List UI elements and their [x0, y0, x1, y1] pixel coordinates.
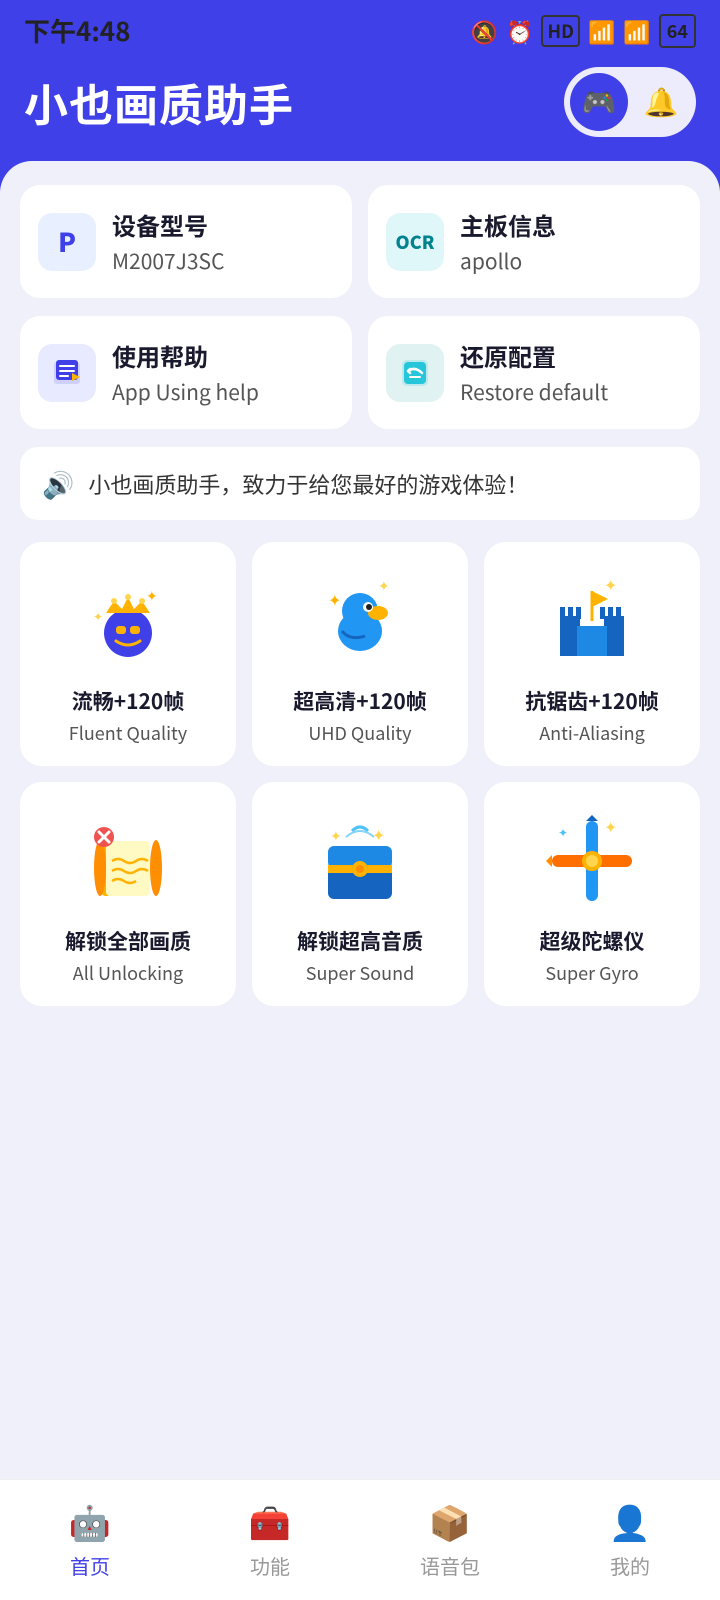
- status-time: 下午4:48: [24, 12, 130, 49]
- svg-text:✦: ✦: [604, 814, 617, 838]
- uhd-quality-label-cn: 超高清+120帧: [293, 686, 427, 716]
- help-subtitle: App Using help: [112, 377, 259, 407]
- all-unlocking-card[interactable]: 解锁全部画质 All Unlocking: [20, 782, 236, 1006]
- app-help-card[interactable]: 使用帮助 App Using help: [20, 316, 352, 429]
- restore-info-text: 还原配置 Restore default: [460, 338, 608, 407]
- super-sound-icon: ✦ ✦: [305, 806, 415, 916]
- svg-text:✦: ✦: [328, 587, 341, 611]
- nav-profile[interactable]: 👤 我的: [540, 1496, 720, 1580]
- bottom-nav: 🤖 首页 🧰 功能 📦 语音包 👤 我的: [0, 1479, 720, 1600]
- svg-text:✦: ✦: [93, 608, 103, 625]
- super-sound-label-en: Super Sound: [306, 960, 415, 986]
- svg-text:✦: ✦: [372, 822, 385, 846]
- device-subtitle: M2007J3SC: [112, 246, 224, 276]
- banner: 🔊 小也画质助手，致力于给您最好的游戏体验！: [20, 447, 700, 520]
- anti-aliasing-label-en: Anti-Aliasing: [539, 720, 645, 746]
- status-icons: 🔕 ⏰ HD 📶 📶 64: [471, 14, 696, 48]
- fluent-quality-label-cn: 流畅+120帧: [72, 686, 185, 716]
- banner-icon: 🔊: [42, 465, 74, 502]
- restore-default-card[interactable]: 还原配置 Restore default: [368, 316, 700, 429]
- alarm-icon: ⏰: [506, 15, 533, 47]
- nav-voice[interactable]: 📦 语音包: [360, 1496, 540, 1580]
- device-model-card[interactable]: P 设备型号 M2007J3SC: [20, 185, 352, 298]
- svg-text:✦: ✦: [146, 586, 158, 606]
- device-info-text: 设备型号 M2007J3SC: [112, 207, 224, 276]
- anti-aliasing-icon: ✦: [537, 566, 647, 676]
- functions-nav-icon: 🧰: [249, 1496, 291, 1545]
- profile-nav-icon: 👤: [609, 1496, 651, 1545]
- super-gyro-card[interactable]: ✦ ✦ 超级陀螺仪 Super Gyro: [484, 782, 700, 1006]
- restore-title: 还原配置: [460, 338, 608, 373]
- super-sound-label-cn: 解锁超高音质: [297, 926, 423, 956]
- all-unlocking-label-en: All Unlocking: [73, 960, 183, 986]
- super-gyro-label-cn: 超级陀螺仪: [540, 926, 645, 956]
- status-bar: 下午4:48 🔕 ⏰ HD 📶 📶 64: [0, 0, 720, 57]
- fluent-quality-label-en: Fluent Quality: [69, 720, 187, 746]
- main-content: P 设备型号 M2007J3SC OCR 主板信息 apollo: [0, 161, 720, 1511]
- svg-text:✦: ✦: [558, 824, 568, 841]
- uhd-quality-card[interactable]: ✦ ✦ 超高清+120帧 UHD Quality: [252, 542, 468, 766]
- banner-text: 小也画质助手，致力于给您最好的游戏体验！: [88, 468, 528, 500]
- board-icon: OCR: [386, 213, 444, 271]
- nav-home[interactable]: 🤖 首页: [0, 1496, 180, 1580]
- uhd-quality-icon: ✦ ✦: [305, 566, 415, 676]
- nav-functions[interactable]: 🧰 功能: [180, 1496, 360, 1580]
- voice-nav-icon: 📦: [429, 1496, 471, 1545]
- header-button-group: 🎮 🔔: [564, 67, 696, 137]
- header: 小也画质助手 🎮 🔔: [0, 57, 720, 161]
- super-gyro-icon: ✦ ✦: [537, 806, 647, 916]
- home-nav-icon: 🤖: [69, 1496, 111, 1545]
- home-nav-label: 首页: [70, 1551, 110, 1580]
- wifi-icon: 📶: [623, 15, 650, 47]
- help-cards-row: 使用帮助 App Using help 还原配置 Restore default: [20, 316, 700, 429]
- battery-icon: 64: [659, 14, 696, 48]
- game-button[interactable]: 🎮: [570, 73, 628, 131]
- anti-aliasing-card[interactable]: ✦ 抗锯齿+120帧 Anti-Aliasing: [484, 542, 700, 766]
- board-info-card[interactable]: OCR 主板信息 apollo: [368, 185, 700, 298]
- notification-button[interactable]: 🔔: [632, 73, 690, 131]
- voice-nav-label: 语音包: [420, 1551, 480, 1580]
- svg-text:✦: ✦: [330, 826, 342, 846]
- help-title: 使用帮助: [112, 338, 259, 373]
- super-gyro-label-en: Super Gyro: [545, 960, 638, 986]
- info-cards-row: P 设备型号 M2007J3SC OCR 主板信息 apollo: [20, 185, 700, 298]
- anti-aliasing-label-cn: 抗锯齿+120帧: [525, 686, 659, 716]
- super-sound-card[interactable]: ✦ ✦ 解锁超高音质 Super Sound: [252, 782, 468, 1006]
- uhd-quality-label-en: UHD Quality: [308, 720, 411, 746]
- app-title: 小也画质助手: [24, 70, 294, 134]
- board-subtitle: apollo: [460, 246, 556, 276]
- hd-icon: HD: [541, 15, 579, 47]
- help-info-text: 使用帮助 App Using help: [112, 338, 259, 407]
- device-title: 设备型号: [112, 207, 224, 242]
- all-unlocking-label-cn: 解锁全部画质: [65, 926, 191, 956]
- restore-icon: [386, 344, 444, 402]
- feature-grid: ✦ ✦ 流畅+120帧 Fluent Quality: [20, 542, 700, 1006]
- svg-text:✦: ✦: [378, 576, 390, 596]
- all-unlocking-icon: [73, 806, 183, 916]
- svg-text:✦: ✦: [604, 572, 617, 596]
- restore-subtitle: Restore default: [460, 377, 608, 407]
- board-info-text: 主板信息 apollo: [460, 207, 556, 276]
- signal-icon: 📶: [588, 15, 615, 47]
- fluent-quality-card[interactable]: ✦ ✦ 流畅+120帧 Fluent Quality: [20, 542, 236, 766]
- board-title: 主板信息: [460, 207, 556, 242]
- profile-nav-label: 我的: [610, 1551, 650, 1580]
- functions-nav-label: 功能: [250, 1551, 290, 1580]
- device-icon: P: [38, 213, 96, 271]
- help-icon: [38, 344, 96, 402]
- fluent-quality-icon: ✦ ✦: [73, 566, 183, 676]
- mute-icon: 🔕: [471, 15, 498, 47]
